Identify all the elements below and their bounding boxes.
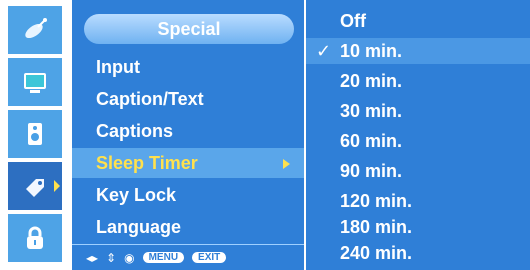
menu-item-label: Sleep Timer xyxy=(96,152,198,173)
option-label: 240 min. xyxy=(340,242,413,263)
menu-item-captions[interactable]: Captions xyxy=(72,116,304,146)
screen-icon xyxy=(24,73,46,93)
sleep-timer-submenu: Off ✓ 10 min. 20 min. 30 min. 60 min. 90… xyxy=(306,0,530,270)
sidebar-item-special[interactable] xyxy=(8,162,62,210)
sleep-option-240[interactable]: 240 min. xyxy=(306,240,530,266)
sleep-option-30[interactable]: 30 min. xyxy=(306,98,530,124)
tag-icon xyxy=(26,179,44,197)
menu-item-label: Language xyxy=(96,216,182,237)
sleep-option-20[interactable]: 20 min. xyxy=(306,68,530,94)
satellite-dish-icon xyxy=(25,18,47,39)
menu-title: Special xyxy=(84,14,294,44)
active-arrow-icon xyxy=(54,180,60,192)
sleep-option-90[interactable]: 90 min. xyxy=(306,158,530,184)
speaker-icon xyxy=(28,123,42,145)
menu-item-label: Key Lock xyxy=(96,184,177,205)
sleep-option-120[interactable]: 120 min. xyxy=(306,188,530,214)
menu-key-hint: MENU xyxy=(142,252,185,263)
menu-item-key-lock[interactable]: Key Lock xyxy=(72,180,304,210)
lock-icon xyxy=(27,226,43,249)
special-menu: Special Input Caption/Text Captions Slee… xyxy=(72,0,304,270)
sleep-option-10[interactable]: ✓ 10 min. xyxy=(306,38,530,64)
sidebar-item-setup[interactable] xyxy=(8,6,62,54)
menu-item-label: Input xyxy=(96,56,140,77)
option-label: 10 min. xyxy=(340,40,403,61)
option-label: 20 min. xyxy=(340,70,403,91)
left-right-arrows-icon: ◂▸ xyxy=(86,250,99,265)
check-icon: ✓ xyxy=(316,41,332,61)
sidebar-item-picture[interactable] xyxy=(8,58,62,106)
sleep-option-off[interactable]: Off xyxy=(306,8,530,34)
control-hint-bar: ◂▸ ⇕ ◉ MENU EXIT xyxy=(72,244,304,270)
sleep-option-60[interactable]: 60 min. xyxy=(306,128,530,154)
option-label: 180 min. xyxy=(340,216,413,237)
sleep-option-180[interactable]: 180 min. xyxy=(306,214,530,240)
option-label: Off xyxy=(340,10,366,31)
submenu-arrow-icon xyxy=(283,159,290,169)
menu-item-sleep-timer[interactable]: Sleep Timer xyxy=(72,148,304,178)
ok-icon: ◉ xyxy=(124,250,135,265)
exit-key-hint: EXIT xyxy=(192,252,227,263)
sidebar-strip xyxy=(0,0,70,270)
option-label: 30 min. xyxy=(340,100,403,121)
menu-item-label: Caption/Text xyxy=(96,88,204,109)
option-label: 60 min. xyxy=(340,130,403,151)
menu-item-caption-text[interactable]: Caption/Text xyxy=(72,84,304,114)
up-down-arrows-icon: ⇕ xyxy=(106,250,117,265)
sidebar-item-audio[interactable] xyxy=(8,110,62,158)
option-label: 120 min. xyxy=(340,190,413,211)
sidebar-item-lock[interactable] xyxy=(8,214,62,262)
menu-item-label: Captions xyxy=(96,120,174,141)
option-label: 90 min. xyxy=(340,160,403,181)
menu-item-language[interactable]: Language xyxy=(72,212,304,242)
menu-item-input[interactable]: Input xyxy=(72,52,304,82)
